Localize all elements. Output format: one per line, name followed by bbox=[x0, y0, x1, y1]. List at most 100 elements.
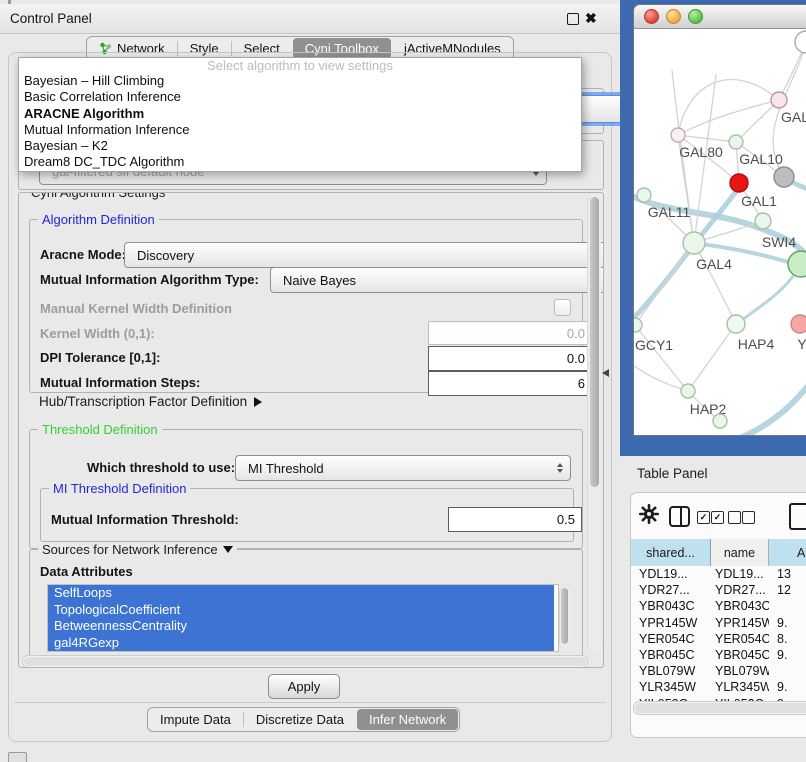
minimized-panel-icon[interactable] bbox=[8, 752, 27, 762]
kernel-width-field[interactable]: 0.0 bbox=[428, 321, 592, 345]
mi-type-value: Naive Bayes bbox=[283, 273, 356, 288]
mi-threshold-field[interactable]: 0.5 bbox=[448, 507, 582, 532]
network-node[interactable] bbox=[713, 414, 727, 428]
network-node-gal80[interactable] bbox=[671, 128, 685, 142]
apply-button[interactable]: Apply bbox=[268, 674, 340, 699]
attribute-item-topologicalcoefficient[interactable]: TopologicalCoefficient bbox=[48, 602, 554, 619]
dpi-tolerance-field[interactable]: 0.0 bbox=[428, 346, 592, 371]
network-canvas[interactable]: GALGAL80GAL10GAL1GAL11SWI4GAL4GCY1HAP4YH… bbox=[634, 30, 806, 435]
algorithm-dropdown-popup: Select algorithm to view settings Bayesi… bbox=[18, 57, 582, 172]
mi-steps-field[interactable]: 6 bbox=[428, 371, 592, 396]
chevron-down-icon bbox=[223, 546, 233, 553]
network-edge bbox=[678, 100, 779, 135]
network-node[interactable] bbox=[795, 31, 806, 53]
sources-group-toggle[interactable]: Sources for Network Inference bbox=[38, 542, 237, 557]
attribute-item-selfloops[interactable]: SelfLoops bbox=[48, 585, 554, 602]
network-node-gal4[interactable] bbox=[683, 232, 705, 254]
algorithm-definition-group: Algorithm Definition Aracne Mode: Discov… bbox=[29, 219, 583, 393]
close-icon[interactable]: ✖ bbox=[585, 10, 597, 27]
mi-type-label: Mutual Information Algorithm Type: bbox=[40, 272, 259, 287]
attributes-scrollbar[interactable] bbox=[559, 586, 570, 648]
table-row[interactable]: YBR043CYBR043C bbox=[631, 598, 806, 614]
node-label: GAL bbox=[781, 109, 806, 125]
node-label: Y bbox=[797, 336, 806, 352]
aracne-mode-value: Discovery bbox=[137, 248, 194, 263]
network-node-gal10[interactable] bbox=[729, 135, 743, 149]
network-node-y[interactable] bbox=[791, 315, 806, 333]
cell-value: 8. bbox=[769, 632, 806, 646]
control-panel-titlebar bbox=[0, 4, 620, 34]
mi-threshold-value: 0.5 bbox=[557, 512, 575, 527]
network-node-hap4[interactable] bbox=[727, 315, 745, 333]
table-horizontal-scrollbar[interactable] bbox=[633, 701, 806, 715]
tab-label: Impute Data bbox=[160, 712, 231, 727]
node-label: GAL1 bbox=[741, 193, 777, 209]
hub-section-toggle[interactable]: Hub/Transcription Factor Definition bbox=[39, 394, 262, 409]
network-node-swi4[interactable] bbox=[788, 251, 806, 277]
dropdown-item-mutual-information-inference[interactable]: Mutual Information Inference bbox=[19, 122, 581, 138]
network-window-titlebar[interactable] bbox=[634, 5, 806, 29]
settings-horizontal-scrollbar[interactable] bbox=[22, 655, 588, 668]
threshold-combo[interactable]: MI Threshold bbox=[235, 455, 571, 481]
tab-label: Infer Network bbox=[369, 712, 446, 727]
attribute-item-gal4rgexp[interactable]: gal4RGexp bbox=[48, 635, 554, 652]
tab-discretize-data[interactable]: Discretize Data bbox=[244, 708, 356, 731]
checked-checkbox-icon[interactable]: ✓ bbox=[711, 511, 724, 524]
panel-title: Control Panel bbox=[10, 11, 92, 26]
float-icon[interactable] bbox=[567, 13, 579, 25]
network-node-gcy1[interactable] bbox=[634, 318, 642, 332]
chevron-right-icon bbox=[254, 397, 262, 407]
app-root: Control Panel ✖ NetworkStyleSelectCyni T… bbox=[0, 0, 806, 762]
manual-kernel-checkbox[interactable] bbox=[554, 299, 571, 316]
dropdown-prompt: Select algorithm to view settings bbox=[19, 58, 581, 73]
network-node-gal1[interactable] bbox=[730, 174, 748, 192]
zoom-traffic-light-icon[interactable] bbox=[688, 9, 703, 24]
column-header-shared[interactable]: shared... bbox=[631, 539, 711, 566]
network-view-window: GALGAL80GAL10GAL1GAL11SWI4GAL4GCY1HAP4YH… bbox=[633, 4, 806, 436]
mi-type-combo[interactable]: Naive Bayes bbox=[270, 267, 604, 293]
table-row[interactable]: YBR045CYBR045C9. bbox=[631, 647, 806, 663]
aracne-mode-combo[interactable]: Discovery bbox=[124, 242, 604, 268]
dropdown-item-aracne-algorithm[interactable]: ARACNE Algorithm bbox=[19, 106, 581, 122]
table-row[interactable]: YLR345WYLR345W9. bbox=[631, 679, 806, 695]
document-icon[interactable] bbox=[789, 503, 806, 530]
unchecked-checkbox-icon[interactable] bbox=[742, 511, 755, 524]
kernel-width-label: Kernel Width (0,1): bbox=[40, 326, 155, 341]
network-node-hap2[interactable] bbox=[681, 384, 695, 398]
table-panel-card: ✓ ✓ shared...nameA YDL19...YDL19...13YDR… bbox=[630, 492, 806, 738]
table-row[interactable]: YPR145WYPR145W9. bbox=[631, 615, 806, 631]
table-row[interactable]: YDR27...YDR27...12 bbox=[631, 582, 806, 598]
attribute-item-betweennesscentrality[interactable]: BetweennessCentrality bbox=[48, 618, 554, 635]
mi-threshold-group: MI Threshold Definition Mutual Informati… bbox=[40, 488, 574, 542]
network-node-gal[interactable] bbox=[771, 92, 787, 108]
table-row[interactable]: YDL19...YDL19...13 bbox=[631, 566, 806, 582]
node-label: GAL80 bbox=[679, 144, 723, 160]
network-node[interactable] bbox=[774, 167, 794, 187]
minimize-traffic-light-icon[interactable] bbox=[666, 9, 681, 24]
cell-value: 9. bbox=[769, 648, 806, 662]
network-edge bbox=[678, 80, 779, 135]
unchecked-checkbox-icon[interactable] bbox=[728, 511, 741, 524]
table-row[interactable]: YBL079WYBL079W bbox=[631, 663, 806, 679]
combo-stepper-icon bbox=[557, 463, 563, 473]
table-row[interactable]: YER054CYER054C8. bbox=[631, 631, 806, 647]
settings-vertical-scrollbar[interactable] bbox=[587, 195, 601, 651]
column-layout-icon[interactable] bbox=[669, 506, 690, 527]
sources-group-title: Sources for Network Inference bbox=[42, 542, 218, 557]
threshold-combo-value: MI Threshold bbox=[248, 461, 324, 476]
hub-section-label: Hub/Transcription Factor Definition bbox=[39, 394, 247, 409]
network-node[interactable] bbox=[755, 213, 771, 229]
dropdown-item-basic-correlation-inference[interactable]: Basic Correlation Inference bbox=[19, 89, 581, 105]
column-header-a[interactable]: A bbox=[769, 539, 806, 566]
tab-infer-network[interactable]: Infer Network bbox=[357, 709, 458, 730]
dropdown-item-dream8-dc-tdc-algorithm[interactable]: Dream8 DC_TDC Algorithm bbox=[19, 154, 581, 170]
network-node-gal11[interactable] bbox=[637, 188, 651, 202]
dropdown-item-bayesian-hill-climbing[interactable]: Bayesian – Hill Climbing bbox=[19, 73, 581, 89]
cyni-bottom-tabbar: Impute Data Discretize Data Infer Network bbox=[147, 707, 460, 732]
tab-impute-data[interactable]: Impute Data bbox=[148, 708, 243, 731]
close-traffic-light-icon[interactable] bbox=[644, 9, 659, 24]
gear-icon[interactable] bbox=[638, 503, 660, 525]
dropdown-item-bayesian-k2[interactable]: Bayesian – K2 bbox=[19, 138, 581, 154]
checked-checkbox-icon[interactable]: ✓ bbox=[697, 511, 710, 524]
column-header-name[interactable]: name bbox=[711, 539, 769, 566]
